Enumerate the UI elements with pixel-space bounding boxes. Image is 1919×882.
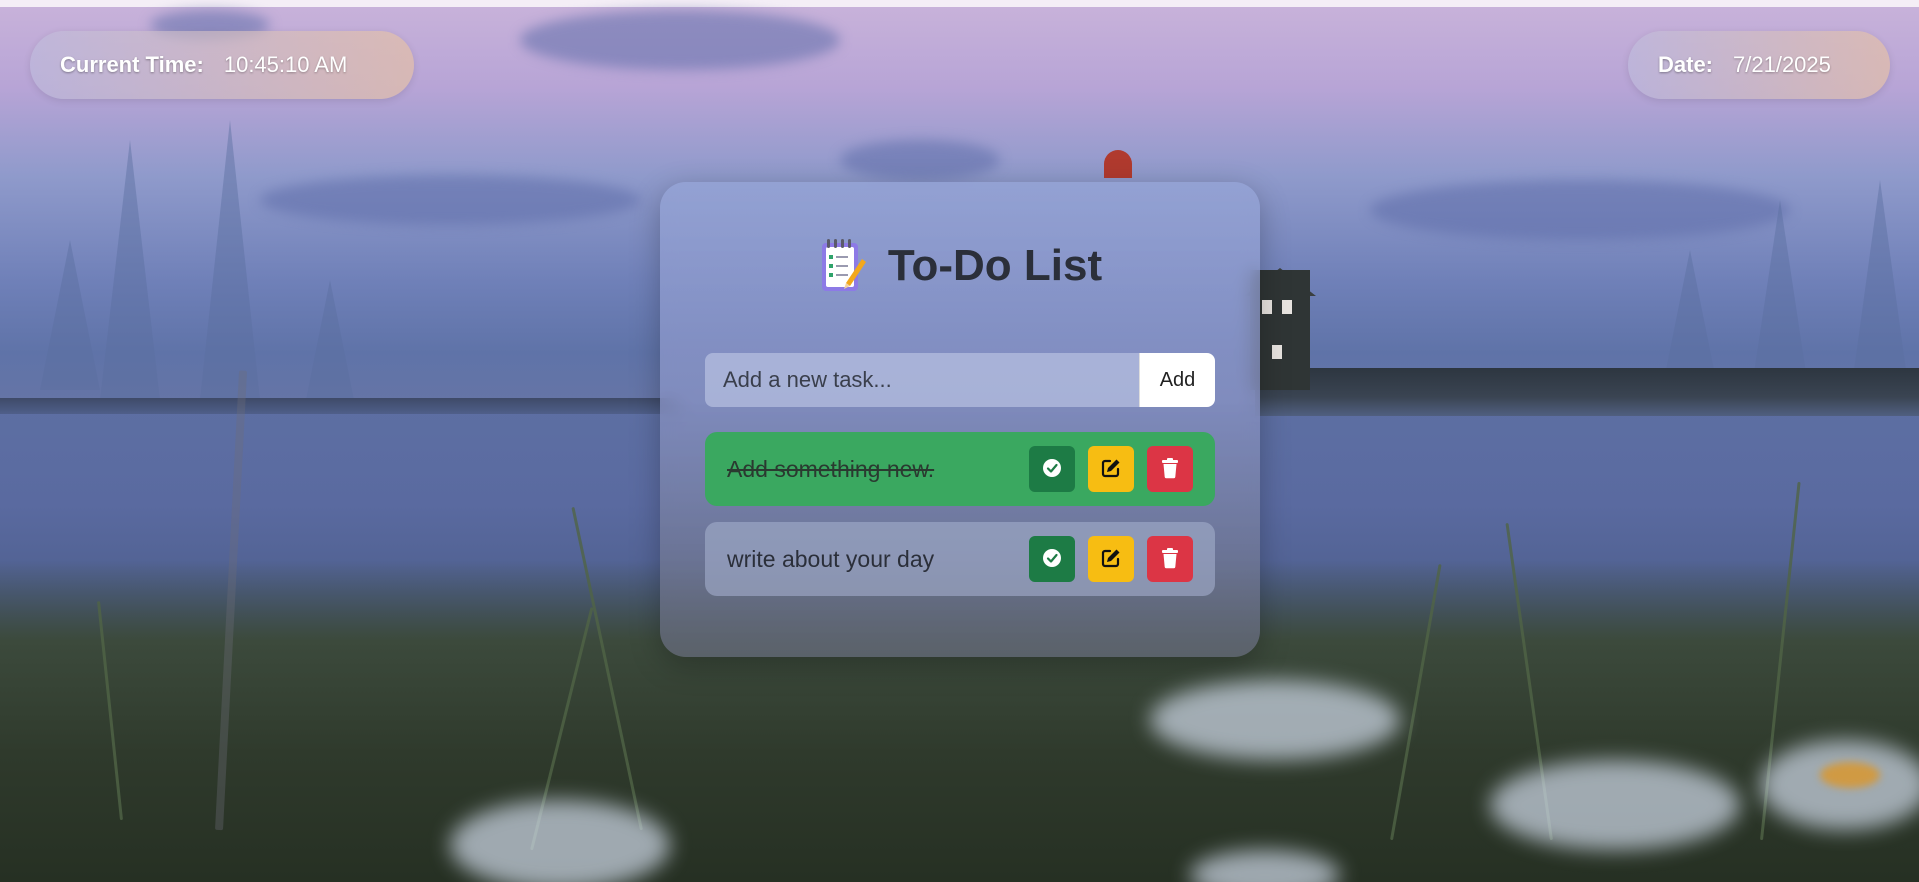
task-item: Add something new. [705,432,1215,506]
delete-task-button[interactable] [1147,446,1193,492]
house-window [1282,300,1292,314]
task-actions [1029,446,1193,492]
shore [1255,368,1919,416]
top-border [0,0,1919,7]
cloud [520,10,840,70]
task-text: Add something new. [727,455,935,482]
notepad-icon [818,237,866,295]
todo-header: To-Do List [660,237,1260,295]
tree [40,240,100,390]
flower [1150,680,1400,760]
page: Current Time: 10:45:10 AM Date: 7/21/202… [0,0,1919,882]
cloud [840,140,1000,180]
flower [1490,760,1740,850]
current-time-value: 10:45:10 AM [223,52,348,77]
house-window [1262,300,1272,314]
tree [200,120,260,400]
house-window [1272,345,1282,359]
lighthouse-top [1104,150,1132,178]
pencil-square-icon [1100,547,1122,572]
current-time-widget: Current Time: 10:45:10 AM [30,31,414,99]
date-widget: Date: 7/21/2025 [1628,31,1890,99]
task-item: write about your day [705,522,1215,596]
complete-task-button[interactable] [1029,446,1075,492]
complete-task-button[interactable] [1029,536,1075,582]
todo-card: To-Do List Add Add something new. [660,182,1260,657]
cloud [1370,180,1790,240]
check-circle-icon [1042,548,1062,571]
task-actions [1029,536,1193,582]
delete-task-button[interactable] [1147,536,1193,582]
current-time-label: Current Time: [60,52,204,77]
date-value: 7/21/2025 [1733,52,1831,77]
trash-icon [1160,457,1180,482]
flower-center [1820,762,1880,788]
flower [450,800,670,882]
task-text: write about your day [727,545,935,572]
edit-task-button[interactable] [1088,446,1134,492]
add-task-button[interactable]: Add [1139,353,1215,407]
edit-task-button[interactable] [1088,536,1134,582]
check-circle-icon [1042,458,1062,481]
pencil-square-icon [1100,457,1122,482]
todo-title: To-Do List [887,241,1103,290]
cloud [260,175,640,225]
tree [1850,180,1910,400]
tree [100,140,160,400]
add-task-form: Add [705,353,1215,407]
new-task-input[interactable] [705,353,1139,407]
date-label: Date: [1658,52,1714,77]
shore [0,398,680,414]
trash-icon [1160,547,1180,572]
